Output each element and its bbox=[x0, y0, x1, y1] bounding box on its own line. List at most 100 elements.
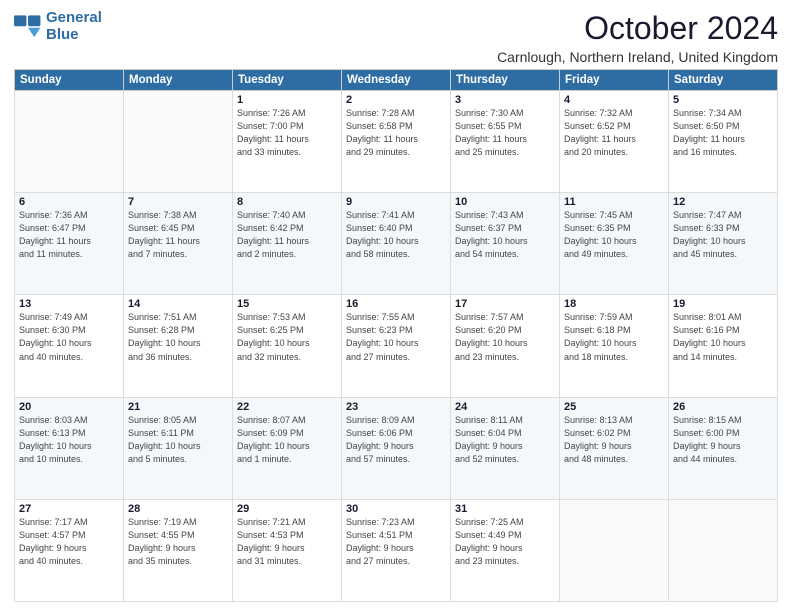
table-row: 8Sunrise: 7:40 AMSunset: 6:42 PMDaylight… bbox=[233, 193, 342, 295]
table-row: 19Sunrise: 8:01 AMSunset: 6:16 PMDayligh… bbox=[669, 295, 778, 397]
table-row: 1Sunrise: 7:26 AMSunset: 7:00 PMDaylight… bbox=[233, 91, 342, 193]
calendar-header-row: Sunday Monday Tuesday Wednesday Thursday… bbox=[15, 70, 778, 91]
day-info: Sunrise: 7:25 AMSunset: 4:49 PMDaylight:… bbox=[455, 516, 555, 568]
logo-icon bbox=[14, 15, 42, 39]
logo: General Blue bbox=[14, 10, 102, 43]
day-number: 28 bbox=[128, 503, 228, 515]
day-number: 1 bbox=[237, 94, 337, 106]
page: General Blue October 2024 Carnlough, Nor… bbox=[0, 0, 792, 612]
header: General Blue October 2024 Carnlough, Nor… bbox=[14, 10, 778, 65]
table-row: 15Sunrise: 7:53 AMSunset: 6:25 PMDayligh… bbox=[233, 295, 342, 397]
day-number: 20 bbox=[19, 401, 119, 413]
day-number: 12 bbox=[673, 196, 773, 208]
day-number: 10 bbox=[455, 196, 555, 208]
col-saturday: Saturday bbox=[669, 70, 778, 91]
table-row: 27Sunrise: 7:17 AMSunset: 4:57 PMDayligh… bbox=[15, 499, 124, 601]
day-number: 14 bbox=[128, 298, 228, 310]
table-row: 20Sunrise: 8:03 AMSunset: 6:13 PMDayligh… bbox=[15, 397, 124, 499]
table-row: 25Sunrise: 8:13 AMSunset: 6:02 PMDayligh… bbox=[560, 397, 669, 499]
calendar-week-row: 6Sunrise: 7:36 AMSunset: 6:47 PMDaylight… bbox=[15, 193, 778, 295]
table-row bbox=[560, 499, 669, 601]
day-number: 22 bbox=[237, 401, 337, 413]
col-thursday: Thursday bbox=[451, 70, 560, 91]
col-friday: Friday bbox=[560, 70, 669, 91]
day-info: Sunrise: 7:30 AMSunset: 6:55 PMDaylight:… bbox=[455, 107, 555, 159]
day-info: Sunrise: 7:26 AMSunset: 7:00 PMDaylight:… bbox=[237, 107, 337, 159]
day-info: Sunrise: 7:28 AMSunset: 6:58 PMDaylight:… bbox=[346, 107, 446, 159]
day-info: Sunrise: 8:09 AMSunset: 6:06 PMDaylight:… bbox=[346, 414, 446, 466]
logo-text: General Blue bbox=[46, 10, 102, 43]
day-info: Sunrise: 7:23 AMSunset: 4:51 PMDaylight:… bbox=[346, 516, 446, 568]
day-info: Sunrise: 8:15 AMSunset: 6:00 PMDaylight:… bbox=[673, 414, 773, 466]
table-row: 21Sunrise: 8:05 AMSunset: 6:11 PMDayligh… bbox=[124, 397, 233, 499]
day-number: 4 bbox=[564, 94, 664, 106]
table-row: 7Sunrise: 7:38 AMSunset: 6:45 PMDaylight… bbox=[124, 193, 233, 295]
day-number: 31 bbox=[455, 503, 555, 515]
calendar-week-row: 1Sunrise: 7:26 AMSunset: 7:00 PMDaylight… bbox=[15, 91, 778, 193]
day-number: 7 bbox=[128, 196, 228, 208]
day-number: 18 bbox=[564, 298, 664, 310]
table-row: 9Sunrise: 7:41 AMSunset: 6:40 PMDaylight… bbox=[342, 193, 451, 295]
day-info: Sunrise: 7:17 AMSunset: 4:57 PMDaylight:… bbox=[19, 516, 119, 568]
day-info: Sunrise: 7:49 AMSunset: 6:30 PMDaylight:… bbox=[19, 311, 119, 363]
day-number: 2 bbox=[346, 94, 446, 106]
day-number: 13 bbox=[19, 298, 119, 310]
day-info: Sunrise: 8:07 AMSunset: 6:09 PMDaylight:… bbox=[237, 414, 337, 466]
day-info: Sunrise: 7:36 AMSunset: 6:47 PMDaylight:… bbox=[19, 209, 119, 261]
day-info: Sunrise: 7:45 AMSunset: 6:35 PMDaylight:… bbox=[564, 209, 664, 261]
calendar-week-row: 13Sunrise: 7:49 AMSunset: 6:30 PMDayligh… bbox=[15, 295, 778, 397]
table-row: 3Sunrise: 7:30 AMSunset: 6:55 PMDaylight… bbox=[451, 91, 560, 193]
day-info: Sunrise: 7:43 AMSunset: 6:37 PMDaylight:… bbox=[455, 209, 555, 261]
table-row: 16Sunrise: 7:55 AMSunset: 6:23 PMDayligh… bbox=[342, 295, 451, 397]
day-info: Sunrise: 7:59 AMSunset: 6:18 PMDaylight:… bbox=[564, 311, 664, 363]
day-info: Sunrise: 7:40 AMSunset: 6:42 PMDaylight:… bbox=[237, 209, 337, 261]
table-row bbox=[15, 91, 124, 193]
table-row: 5Sunrise: 7:34 AMSunset: 6:50 PMDaylight… bbox=[669, 91, 778, 193]
day-info: Sunrise: 8:13 AMSunset: 6:02 PMDaylight:… bbox=[564, 414, 664, 466]
day-number: 6 bbox=[19, 196, 119, 208]
day-info: Sunrise: 7:55 AMSunset: 6:23 PMDaylight:… bbox=[346, 311, 446, 363]
day-info: Sunrise: 7:51 AMSunset: 6:28 PMDaylight:… bbox=[128, 311, 228, 363]
table-row: 31Sunrise: 7:25 AMSunset: 4:49 PMDayligh… bbox=[451, 499, 560, 601]
day-info: Sunrise: 8:03 AMSunset: 6:13 PMDaylight:… bbox=[19, 414, 119, 466]
col-wednesday: Wednesday bbox=[342, 70, 451, 91]
day-number: 27 bbox=[19, 503, 119, 515]
day-info: Sunrise: 7:47 AMSunset: 6:33 PMDaylight:… bbox=[673, 209, 773, 261]
table-row bbox=[124, 91, 233, 193]
day-number: 3 bbox=[455, 94, 555, 106]
table-row: 14Sunrise: 7:51 AMSunset: 6:28 PMDayligh… bbox=[124, 295, 233, 397]
table-row: 17Sunrise: 7:57 AMSunset: 6:20 PMDayligh… bbox=[451, 295, 560, 397]
table-row: 23Sunrise: 8:09 AMSunset: 6:06 PMDayligh… bbox=[342, 397, 451, 499]
col-tuesday: Tuesday bbox=[233, 70, 342, 91]
day-number: 29 bbox=[237, 503, 337, 515]
table-row: 4Sunrise: 7:32 AMSunset: 6:52 PMDaylight… bbox=[560, 91, 669, 193]
col-monday: Monday bbox=[124, 70, 233, 91]
day-number: 25 bbox=[564, 401, 664, 413]
calendar-table: Sunday Monday Tuesday Wednesday Thursday… bbox=[14, 69, 778, 602]
table-row: 30Sunrise: 7:23 AMSunset: 4:51 PMDayligh… bbox=[342, 499, 451, 601]
table-row: 26Sunrise: 8:15 AMSunset: 6:00 PMDayligh… bbox=[669, 397, 778, 499]
calendar-week-row: 20Sunrise: 8:03 AMSunset: 6:13 PMDayligh… bbox=[15, 397, 778, 499]
day-number: 15 bbox=[237, 298, 337, 310]
table-row: 12Sunrise: 7:47 AMSunset: 6:33 PMDayligh… bbox=[669, 193, 778, 295]
day-number: 9 bbox=[346, 196, 446, 208]
table-row bbox=[669, 499, 778, 601]
day-number: 23 bbox=[346, 401, 446, 413]
table-row: 24Sunrise: 8:11 AMSunset: 6:04 PMDayligh… bbox=[451, 397, 560, 499]
table-row: 28Sunrise: 7:19 AMSunset: 4:55 PMDayligh… bbox=[124, 499, 233, 601]
day-number: 30 bbox=[346, 503, 446, 515]
day-info: Sunrise: 8:11 AMSunset: 6:04 PMDaylight:… bbox=[455, 414, 555, 466]
day-number: 8 bbox=[237, 196, 337, 208]
table-row: 11Sunrise: 7:45 AMSunset: 6:35 PMDayligh… bbox=[560, 193, 669, 295]
day-number: 16 bbox=[346, 298, 446, 310]
table-row: 10Sunrise: 7:43 AMSunset: 6:37 PMDayligh… bbox=[451, 193, 560, 295]
day-number: 19 bbox=[673, 298, 773, 310]
table-row: 18Sunrise: 7:59 AMSunset: 6:18 PMDayligh… bbox=[560, 295, 669, 397]
day-number: 26 bbox=[673, 401, 773, 413]
day-info: Sunrise: 7:34 AMSunset: 6:50 PMDaylight:… bbox=[673, 107, 773, 159]
day-info: Sunrise: 7:53 AMSunset: 6:25 PMDaylight:… bbox=[237, 311, 337, 363]
day-info: Sunrise: 7:32 AMSunset: 6:52 PMDaylight:… bbox=[564, 107, 664, 159]
day-info: Sunrise: 8:01 AMSunset: 6:16 PMDaylight:… bbox=[673, 311, 773, 363]
day-number: 5 bbox=[673, 94, 773, 106]
calendar-week-row: 27Sunrise: 7:17 AMSunset: 4:57 PMDayligh… bbox=[15, 499, 778, 601]
